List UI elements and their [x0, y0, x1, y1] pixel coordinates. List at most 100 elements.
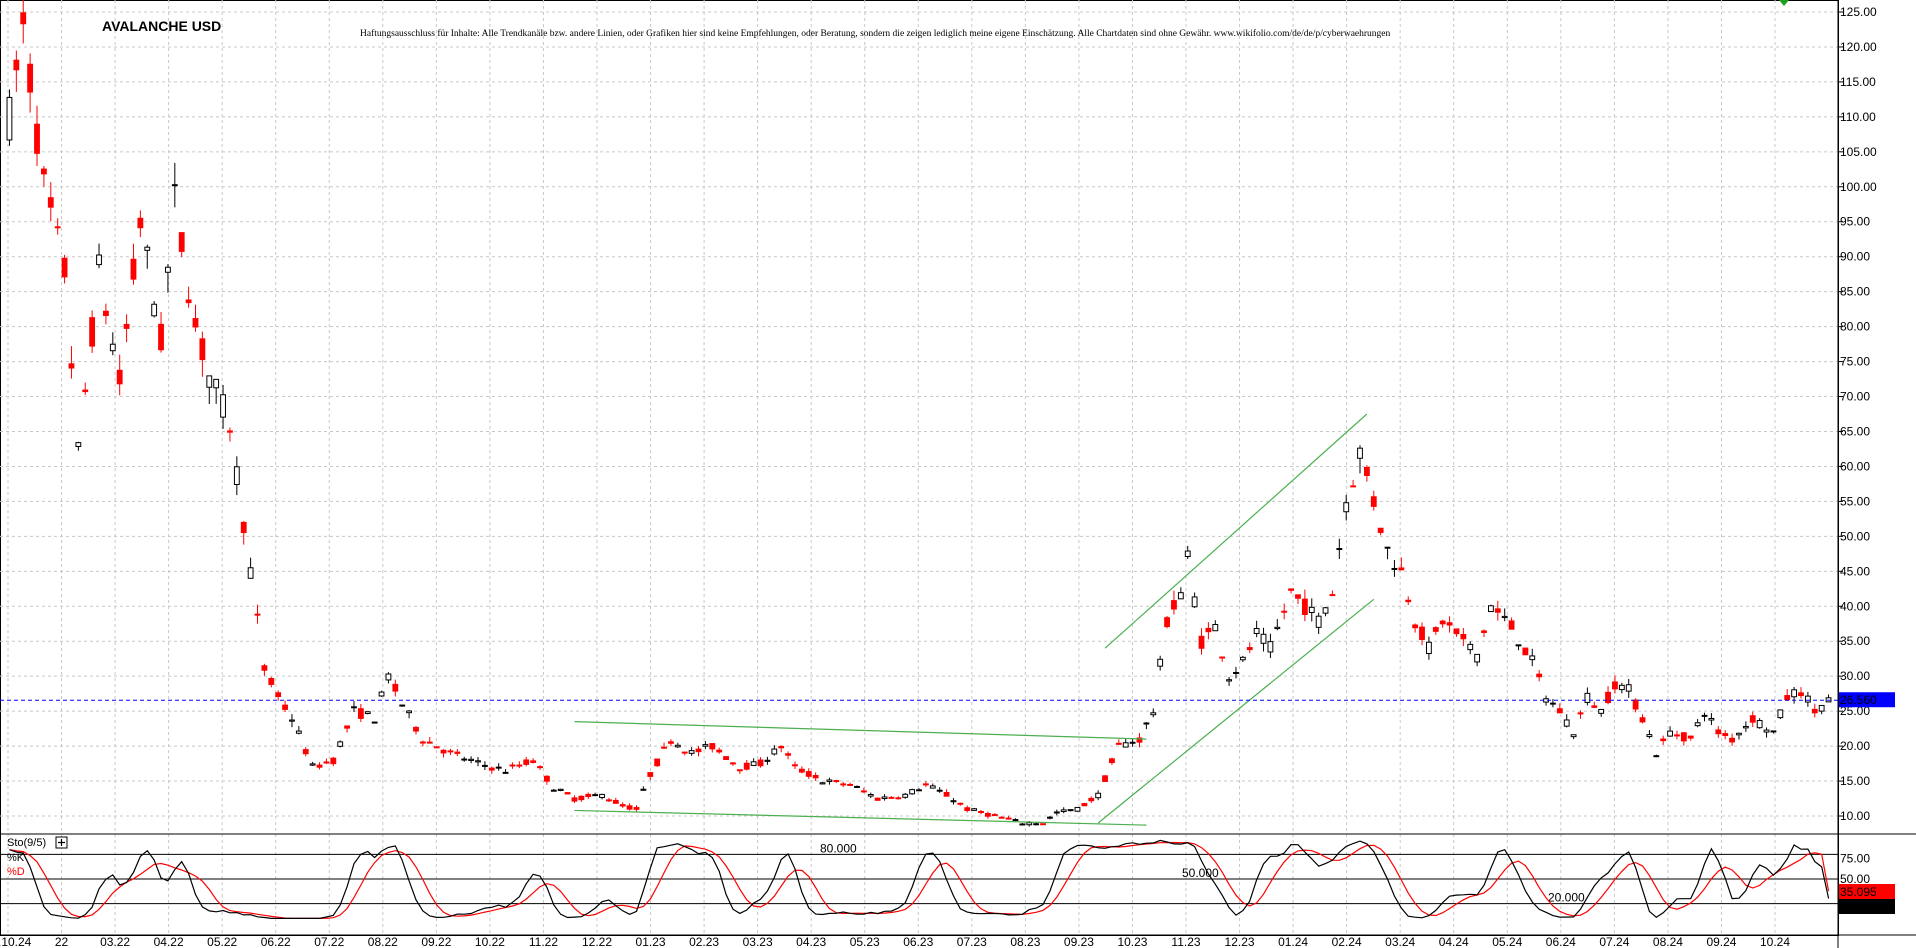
candle-body — [647, 772, 654, 777]
candle-body — [468, 758, 475, 761]
candle-body — [1667, 730, 1673, 737]
stoch-value-label: 35.095 — [1840, 885, 1877, 899]
candle-body — [123, 323, 130, 329]
candle-body — [1301, 598, 1308, 615]
candle-body — [1095, 792, 1102, 799]
x-tick-label: 03.22 — [100, 935, 130, 948]
candle-body — [543, 775, 550, 782]
candle-body — [778, 745, 785, 749]
candle-body — [571, 797, 578, 802]
candle-body — [1191, 596, 1198, 608]
candle-body — [1226, 679, 1232, 682]
y-tick-label: 105.00 — [1840, 145, 1877, 159]
indicator-name[interactable]: Sto(9/5) — [7, 837, 46, 849]
candle-body — [805, 771, 812, 777]
candle-body — [709, 743, 716, 750]
candle-body — [1109, 758, 1115, 764]
candle-body — [495, 766, 502, 769]
candle-body — [1522, 647, 1529, 656]
candle-body — [916, 789, 922, 792]
candle-body — [1288, 588, 1295, 591]
candle-body — [89, 317, 96, 347]
candle-body — [227, 430, 233, 433]
candle-body — [1233, 672, 1239, 675]
candle-body — [1281, 610, 1288, 613]
candle-body — [530, 760, 537, 763]
candle-body — [502, 771, 509, 774]
candle-body — [984, 812, 991, 817]
candle-body — [1563, 719, 1570, 727]
candle-body — [475, 760, 481, 763]
candle-body — [61, 257, 68, 278]
candle-body — [688, 750, 695, 754]
y-tick-label: 20.00 — [1840, 739, 1870, 753]
y-tick-label: 75.00 — [1840, 355, 1870, 369]
candle-body — [1432, 627, 1439, 632]
candle-body — [185, 299, 192, 304]
x-tick-label: 08.10.24 — [0, 935, 32, 948]
candle-body — [881, 796, 888, 800]
candle-body — [585, 793, 592, 798]
x-tick-label: 12.23 — [1225, 935, 1255, 948]
candle-body — [998, 816, 1005, 819]
candle-body — [282, 704, 288, 710]
candle-body — [1391, 567, 1398, 570]
candle-body — [1639, 717, 1646, 723]
candle-body — [275, 692, 282, 697]
candle-body — [1177, 592, 1184, 600]
candle-body — [867, 793, 874, 797]
candle-body — [661, 746, 667, 749]
candle-body — [1267, 641, 1274, 653]
x-tick-label: 07.22 — [314, 935, 344, 948]
candle-body — [1040, 823, 1046, 826]
x-tick-label: 05.23 — [850, 935, 880, 948]
candle-body — [1556, 708, 1563, 714]
trend-line — [574, 809, 1147, 826]
x-tick-label: 09.24 — [1706, 935, 1736, 948]
candle-body — [537, 766, 543, 769]
candle-body — [247, 567, 254, 579]
y-tick-label: 110.00 — [1840, 110, 1876, 124]
candle-body — [289, 719, 295, 722]
candle-body — [1529, 655, 1536, 661]
candles — [6, 0, 1832, 827]
candle-body — [1350, 485, 1357, 488]
candle-body — [1164, 617, 1170, 628]
candle-body — [1494, 608, 1501, 613]
candle-body — [874, 797, 881, 801]
candle-body — [1632, 699, 1639, 710]
candle-body — [550, 789, 557, 792]
candle-body — [1081, 803, 1088, 807]
candle-body — [840, 783, 847, 786]
candle-body — [1508, 620, 1515, 630]
candle-body — [1398, 567, 1405, 571]
y-tick-label: 115.00 — [1840, 75, 1876, 89]
candle-body — [268, 678, 275, 685]
x-tick-label: 10.24 — [1760, 935, 1790, 948]
candle-body — [1425, 641, 1432, 655]
candle-body — [668, 741, 674, 744]
candle-body — [564, 792, 571, 795]
candle-body — [964, 807, 971, 811]
candle-body — [943, 791, 950, 797]
candle-body — [1370, 496, 1377, 507]
candle-body — [1674, 734, 1680, 737]
candle-body — [1791, 689, 1798, 698]
candle-body — [1756, 720, 1763, 729]
candle-body — [1184, 550, 1191, 558]
candle-body — [1660, 738, 1667, 742]
candle-body — [1708, 717, 1715, 721]
candle-body — [158, 323, 164, 351]
candle-body — [619, 804, 626, 807]
candle-body — [351, 706, 357, 709]
candle-body — [220, 394, 226, 418]
x-tick-label: 08.22 — [368, 935, 398, 948]
candle-body — [240, 521, 247, 534]
candle-body — [771, 748, 778, 755]
candle-body — [1336, 548, 1343, 551]
candle-body — [1605, 691, 1611, 704]
candle-body — [1439, 620, 1446, 625]
grid — [0, 0, 1838, 935]
candle-body — [1715, 729, 1722, 735]
chart-canvas: 80.00050.00020.000 08.10.242203.2204.220… — [0, 0, 1916, 948]
